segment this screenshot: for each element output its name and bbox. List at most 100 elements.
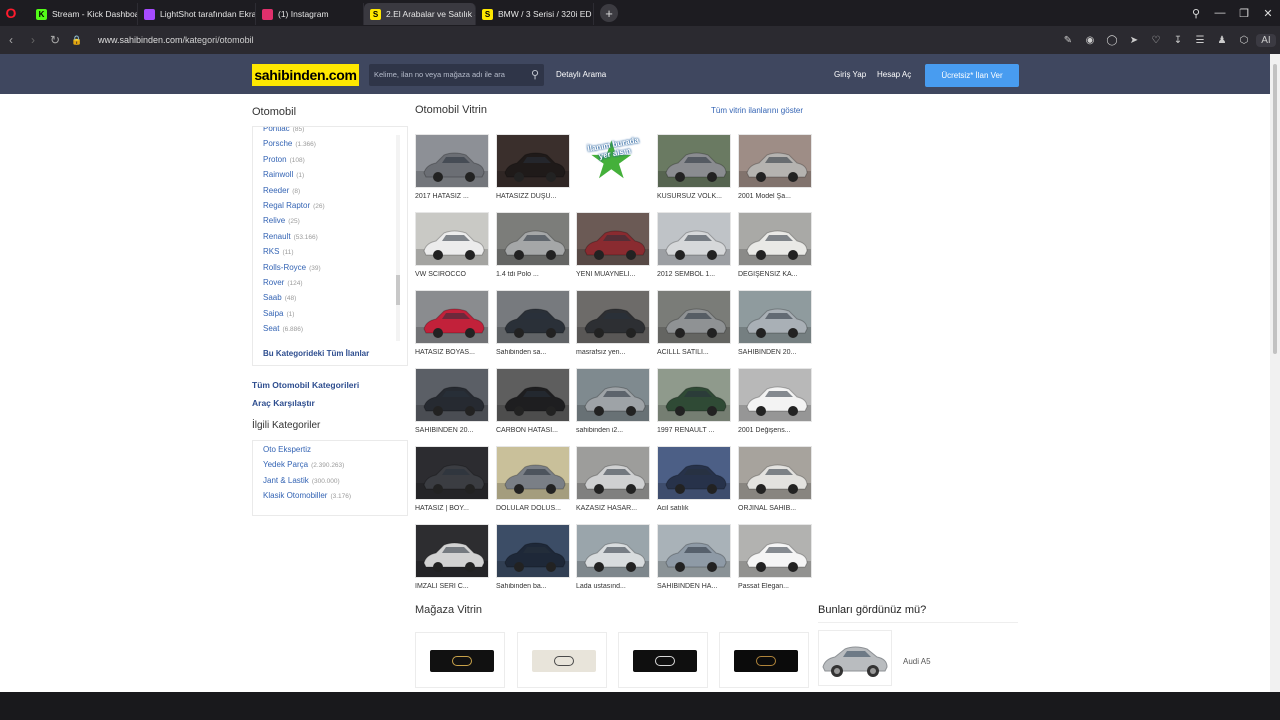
vitrin-listing[interactable]: Lada ustasınd... bbox=[576, 523, 650, 595]
brand-item[interactable]: Saab (48) bbox=[263, 290, 325, 305]
vitrin-listing[interactable]: 1.4 tdi Polo ... bbox=[496, 211, 570, 283]
listing-title[interactable]: sahibinden i2... bbox=[576, 427, 656, 434]
store-card[interactable] bbox=[618, 632, 708, 688]
maximize-button[interactable]: ❐ bbox=[1232, 7, 1256, 20]
extension-icon[interactable]: ⬡ bbox=[1234, 35, 1254, 46]
ai-button[interactable]: AI bbox=[1256, 33, 1276, 47]
vitrin-listing[interactable]: HATASIZ | BOY... bbox=[415, 445, 489, 517]
vitrin-listing[interactable]: KAZASIZ HASAR... bbox=[576, 445, 650, 517]
browser-tab[interactable]: S 2.El Arabalar ve Satılık Sıfı bbox=[364, 3, 476, 25]
profile-icon[interactable]: ♟ bbox=[1212, 35, 1232, 46]
related-category-item[interactable]: Yedek Parça (2.390.263) bbox=[263, 460, 344, 469]
vitrin-listing[interactable]: 2001 Değişens... bbox=[738, 367, 812, 439]
ad-promo-card[interactable]: ★ İlanım burada yer alsın bbox=[576, 133, 650, 205]
reload-icon[interactable]: ↻ bbox=[44, 33, 66, 47]
listing-title[interactable]: DEĞİŞENSİZ KA... bbox=[738, 271, 818, 278]
listing-title[interactable]: 2017 HATASIZ ... bbox=[415, 193, 495, 200]
camera-icon[interactable]: ◉ bbox=[1080, 35, 1100, 46]
vitrin-listing[interactable]: HATASIZ BOYAS... bbox=[415, 289, 489, 361]
vitrin-listing[interactable]: Passat Elegan... bbox=[738, 523, 812, 595]
brand-item[interactable]: Proton (108) bbox=[263, 152, 325, 167]
vitrin-listing[interactable]: KUSURSUZ VOLK... bbox=[657, 133, 731, 205]
vitrin-listing[interactable]: SAHİBİNDEN 20... bbox=[415, 367, 489, 439]
listing-title[interactable]: VW SCİROCCO bbox=[415, 271, 495, 278]
sahibinden-logo[interactable]: sahibinden.com bbox=[252, 64, 359, 86]
vitrin-listing[interactable]: 2001 Model Şa... bbox=[738, 133, 812, 205]
new-tab-button[interactable]: + bbox=[600, 4, 618, 22]
vitrin-listing[interactable]: Sahibinden sa... bbox=[496, 289, 570, 361]
listing-title[interactable]: 2001 Değişens... bbox=[738, 427, 818, 434]
vitrin-listing[interactable]: VW SCİROCCO bbox=[415, 211, 489, 283]
brand-item[interactable]: Rolls-Royce (39) bbox=[263, 260, 325, 275]
listing-title[interactable]: KUSURSUZ VOLK... bbox=[657, 193, 737, 200]
advanced-search-link[interactable]: Detaylı Arama bbox=[556, 70, 606, 79]
brand-item[interactable]: Porsche (1.366) bbox=[263, 136, 325, 151]
store-card[interactable] bbox=[517, 632, 607, 688]
store-card[interactable] bbox=[415, 632, 505, 688]
listing-title[interactable]: ORJİNAL SAHİB... bbox=[738, 505, 818, 512]
vitrin-listing[interactable]: sahibinden i2... bbox=[576, 367, 650, 439]
listing-title[interactable]: HATASIZ BOYAS... bbox=[415, 349, 495, 356]
login-link[interactable]: Giriş Yap bbox=[834, 70, 866, 79]
seen-car-thumbnail[interactable] bbox=[818, 630, 892, 686]
vitrin-listing[interactable]: SAHİBİNDEN 20... bbox=[738, 289, 812, 361]
store-card[interactable] bbox=[719, 632, 809, 688]
listing-title[interactable]: SAHİBİNDEN 20... bbox=[415, 427, 495, 434]
all-categories-link[interactable]: Tüm Otomobil Kategorileri bbox=[252, 380, 359, 390]
minimize-button[interactable]: — bbox=[1208, 7, 1232, 19]
brand-item[interactable]: Seat (6.886) bbox=[263, 321, 325, 336]
listing-title[interactable]: SAHİBİNDEN 20... bbox=[738, 349, 818, 356]
brand-item[interactable]: Relive (25) bbox=[263, 213, 325, 228]
heart-icon[interactable]: ♡ bbox=[1146, 35, 1166, 46]
listing-title[interactable]: 2012 SEMBOL 1... bbox=[657, 271, 737, 278]
vitrin-listing[interactable]: DEĞİŞENSİZ KA... bbox=[738, 211, 812, 283]
all-in-category-link[interactable]: Bu Kategorideki Tüm İlanlar bbox=[263, 349, 369, 358]
vitrin-show-all-link[interactable]: Tüm vitrin ilanlarını göster bbox=[711, 106, 803, 115]
vitrin-listing[interactable]: masrafsız yen... bbox=[576, 289, 650, 361]
forward-icon[interactable]: › bbox=[22, 33, 44, 47]
listing-title[interactable]: 2001 Model Şa... bbox=[738, 193, 818, 200]
download-icon[interactable]: ↧ bbox=[1168, 35, 1188, 46]
browser-tab[interactable]: (1) Instagram bbox=[256, 3, 364, 25]
vitrin-listing[interactable]: 1997 RENAULT ... bbox=[657, 367, 731, 439]
search-icon[interactable]: ⚲ bbox=[531, 68, 539, 81]
related-category-item[interactable]: Klasik Otomobiller (3.176) bbox=[263, 491, 351, 500]
listing-title[interactable]: Passat Elegan... bbox=[738, 583, 818, 590]
brand-item[interactable]: Regal Raptor (26) bbox=[263, 198, 325, 213]
browser-tab[interactable]: LightShot tarafından Ekra bbox=[138, 3, 256, 25]
close-window-button[interactable]: ✕ bbox=[1256, 7, 1280, 20]
brand-item[interactable]: Reeder (8) bbox=[263, 183, 325, 198]
browser-tab[interactable]: S BMW / 3 Serisi / 320i ED / bbox=[476, 3, 594, 25]
page-scrollbar[interactable] bbox=[1270, 54, 1280, 692]
seen-car-name[interactable]: Audi A5 bbox=[903, 657, 931, 666]
send-icon[interactable]: ➤ bbox=[1124, 35, 1144, 46]
listing-title[interactable]: İMZALI SERİ C... bbox=[415, 583, 495, 590]
edit-icon[interactable]: ✎ bbox=[1058, 35, 1078, 46]
post-ad-button[interactable]: Ücretsiz* İlan Ver bbox=[925, 64, 1019, 87]
listing-title[interactable]: masrafsız yen... bbox=[576, 349, 656, 356]
listing-title[interactable]: 1997 RENAULT ... bbox=[657, 427, 737, 434]
brand-item[interactable]: Pontiac (85) bbox=[263, 127, 325, 136]
brand-item[interactable]: Saipa (1) bbox=[263, 306, 325, 321]
listing-title[interactable]: ACİLLL SATILI... bbox=[657, 349, 737, 356]
compare-link[interactable]: Araç Karşılaştır bbox=[252, 398, 315, 408]
register-link[interactable]: Hesap Aç bbox=[877, 70, 911, 79]
listing-title[interactable]: CARBON HATASI... bbox=[496, 427, 576, 434]
brand-item[interactable]: Renault (53.166) bbox=[263, 229, 325, 244]
back-icon[interactable]: ‹ bbox=[0, 33, 22, 47]
vitrin-listing[interactable]: YENİ MUAYNELİ... bbox=[576, 211, 650, 283]
vitrin-listing[interactable]: İMZALI SERİ C... bbox=[415, 523, 489, 595]
search-input[interactable]: Kelime, ilan no veya mağaza adı ile ara … bbox=[369, 64, 544, 86]
url-field[interactable]: www.sahibinden.com/kategori/otomobil bbox=[98, 35, 254, 45]
shield-icon[interactable]: ◯ bbox=[1102, 35, 1122, 46]
brand-item[interactable]: Rover (124) bbox=[263, 275, 325, 290]
listing-title[interactable]: Sahibinden sa... bbox=[496, 349, 576, 356]
listing-title[interactable]: SAHİBİNDEN HA... bbox=[657, 583, 737, 590]
listing-title[interactable]: YENİ MUAYNELİ... bbox=[576, 271, 656, 278]
vitrin-listing[interactable]: 2012 SEMBOL 1... bbox=[657, 211, 731, 283]
brand-item[interactable]: RKS (11) bbox=[263, 244, 325, 259]
page-scroll-thumb[interactable] bbox=[1273, 64, 1277, 354]
brand-list-scrollbar[interactable] bbox=[396, 135, 400, 341]
listing-title[interactable]: HATASIZ | BOY... bbox=[415, 505, 495, 512]
listing-title[interactable]: Acil satılık bbox=[657, 505, 737, 512]
